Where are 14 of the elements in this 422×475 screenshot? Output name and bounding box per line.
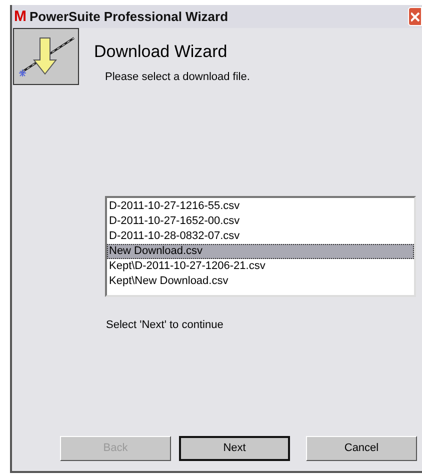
file-list-item[interactable]: Kept\New Download.csv <box>107 274 414 288</box>
wizard-button[interactable]: Next <box>179 436 290 461</box>
file-list-item[interactable]: Kept\D-2011-10-27-1206-21.csv <box>107 258 414 274</box>
wizard-button[interactable]: Cancel <box>306 436 417 461</box>
file-list-item[interactable]: D-2011-10-28-0832-07.csv <box>107 228 414 244</box>
app-logo: M <box>14 9 26 24</box>
file-list[interactable]: D-2011-10-27-1216-55.csv D-2011-10-27-1652-00.csv D-2011-10-28-0832-07.csv New Download.csv Kept\D-2011-10-27-1206-21.csv Kept\New Download.csv <box>105 196 416 296</box>
file-list-item[interactable]: D-2011-10-27-1652-00.csv <box>107 214 414 228</box>
window-title: PowerSuite Professional Wizard <box>30 8 228 26</box>
file-list-item[interactable]: New Download.csv <box>107 244 414 258</box>
wizard-subtitle: Please select a download file. <box>105 70 250 85</box>
file-list-item[interactable]: D-2011-10-27-1216-55.csv <box>107 198 414 214</box>
hint-text: Select 'Next' to continue <box>106 318 224 332</box>
wizard-heading: Download Wizard <box>94 42 228 62</box>
